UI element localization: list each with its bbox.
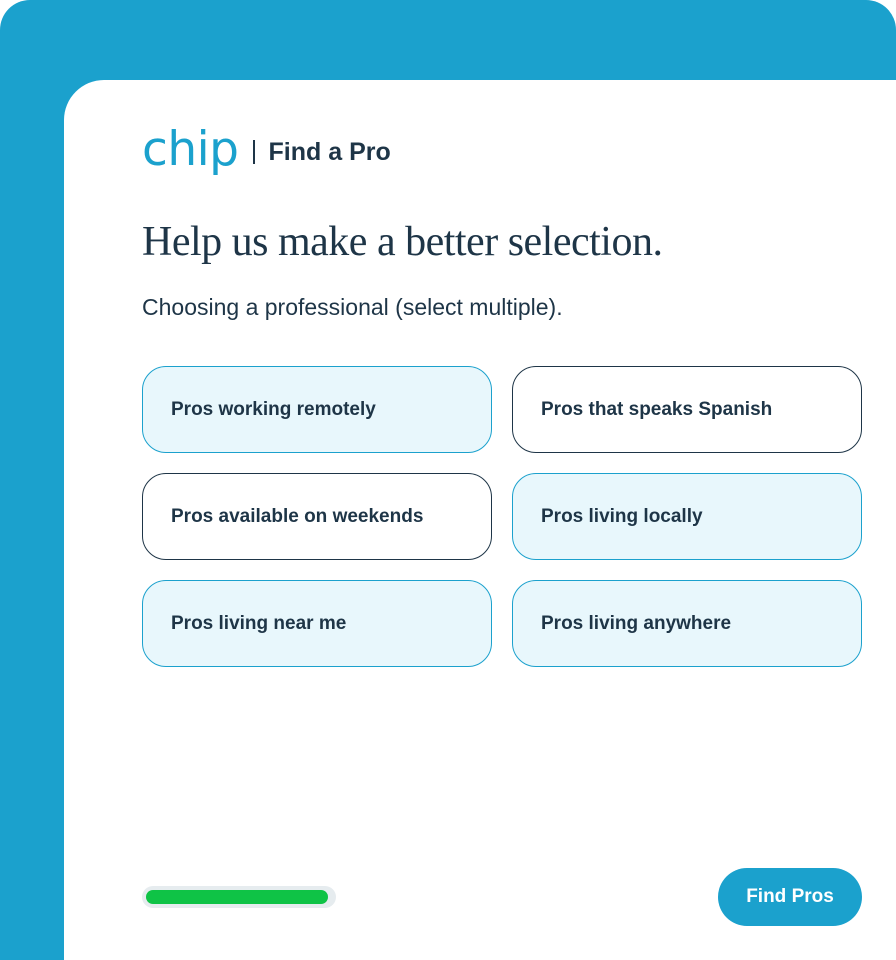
brand-header: chip Find a Pro — [142, 122, 391, 182]
page-title: Find a Pro — [268, 137, 391, 166]
option-pros-living-locally[interactable]: Pros living locally — [512, 473, 862, 560]
progress-bar — [142, 886, 336, 908]
option-pros-living-anywhere[interactable]: Pros living anywhere — [512, 580, 862, 667]
find-pros-button[interactable]: Find Pros — [718, 868, 862, 926]
progress-bar-fill — [146, 890, 328, 904]
option-label: Pros working remotely — [171, 398, 376, 420]
option-pros-working-remotely[interactable]: Pros working remotely — [142, 366, 492, 453]
option-pros-speak-spanish[interactable]: Pros that speaks Spanish — [512, 366, 862, 453]
option-label: Pros that speaks Spanish — [541, 398, 773, 420]
option-label: Pros available on weekends — [171, 505, 424, 527]
option-pros-available-weekends[interactable]: Pros available on weekends — [142, 473, 492, 560]
question-heading: Help us make a better selection. — [142, 219, 663, 265]
question-subheading: Choosing a professional (select multiple… — [142, 294, 563, 320]
option-label: Pros living locally — [541, 505, 703, 527]
brand-divider — [252, 140, 255, 164]
app-frame: chip Find a Pro Help us make a better se… — [0, 0, 896, 960]
option-pros-living-near-me[interactable]: Pros living near me — [142, 580, 492, 667]
option-label: Pros living anywhere — [541, 612, 732, 634]
main-card: chip Find a Pro Help us make a better se… — [64, 80, 896, 960]
chip-logo: chip — [142, 121, 239, 177]
options-grid: Pros working remotely Pros that speaks S… — [142, 366, 862, 667]
option-label: Pros living near me — [171, 612, 347, 634]
